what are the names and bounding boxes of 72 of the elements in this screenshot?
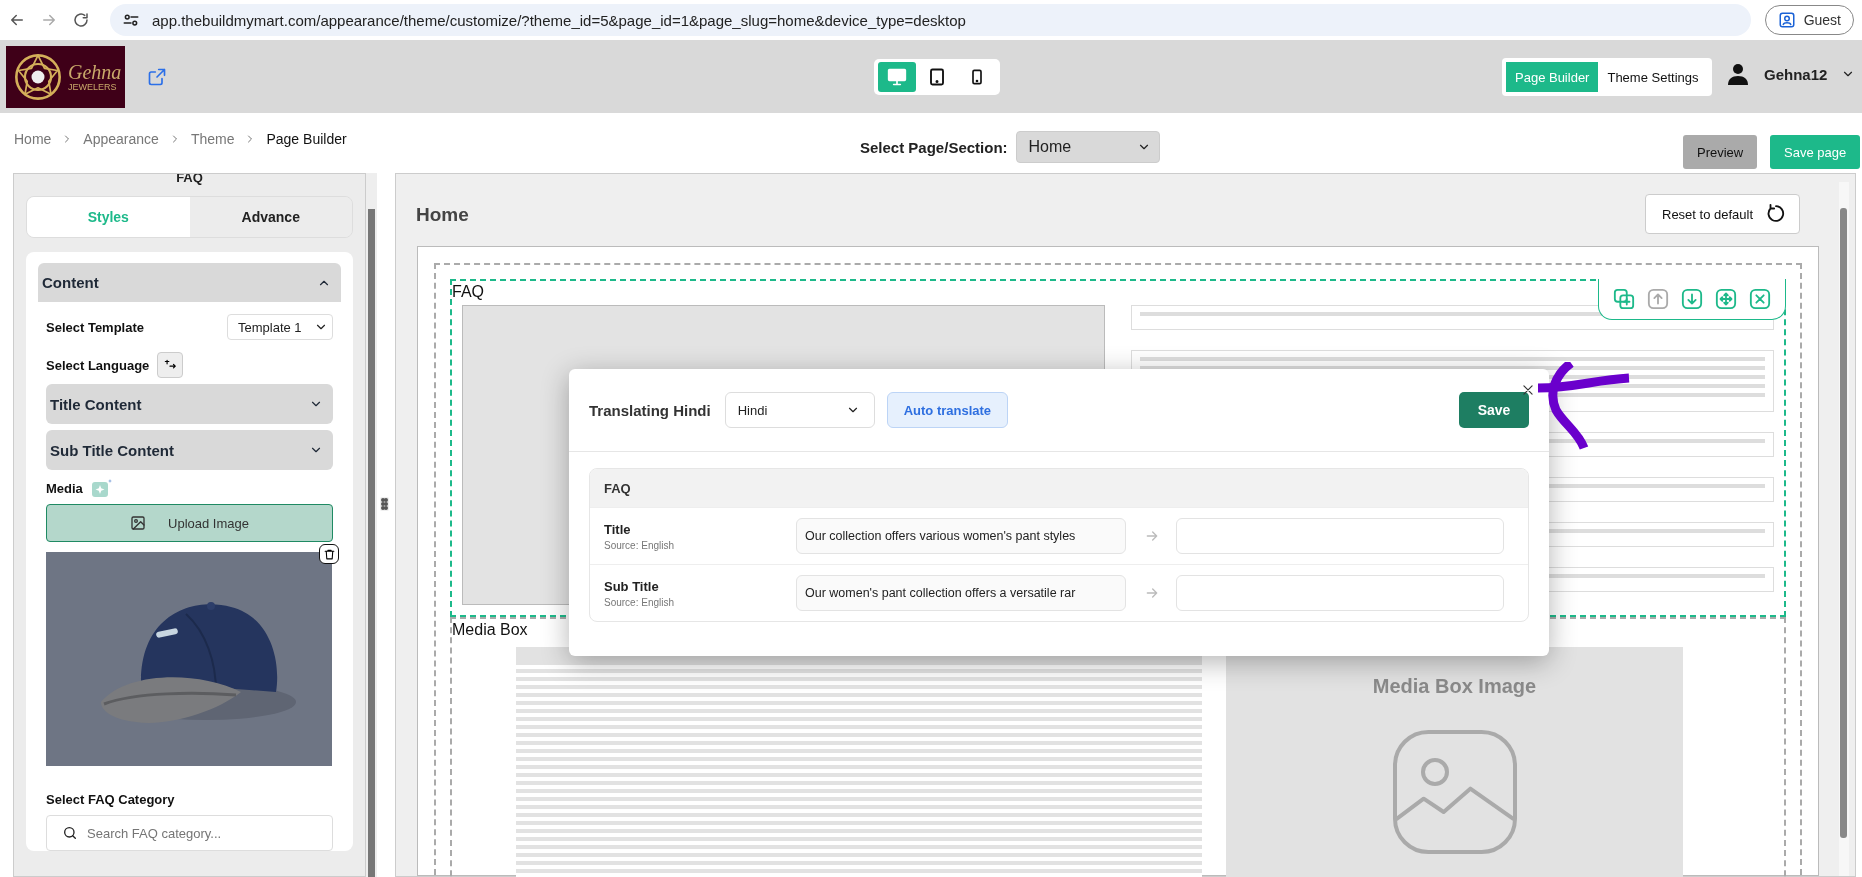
user-name[interactable]: Gehna12 <box>1764 65 1828 83</box>
resize-handle[interactable] <box>380 497 389 511</box>
move-down-icon <box>1681 288 1703 310</box>
drag-move-button[interactable] <box>1713 286 1739 312</box>
profile-icon <box>1777 11 1796 29</box>
image-icon <box>130 515 146 531</box>
translation-field[interactable] <box>1176 575 1504 611</box>
section-label: FAQ <box>452 283 484 300</box>
section-label: Media Box <box>452 621 528 638</box>
page-select[interactable]: Home <box>1015 131 1160 163</box>
arrow-right-icon <box>1144 528 1160 544</box>
drag-move-icon <box>1715 288 1737 310</box>
field-label: Media <box>46 480 83 496</box>
template-select[interactable]: Template 1 <box>227 314 333 340</box>
breadcrumb-link[interactable]: Appearance <box>83 131 159 147</box>
scrollbar[interactable] <box>1840 208 1847 838</box>
brand-name: Gehna <box>68 61 122 82</box>
close-button[interactable] <box>1521 383 1535 397</box>
move-up-icon <box>1647 288 1669 310</box>
breadcrumb-link[interactable]: Home <box>14 131 52 147</box>
upload-image-button[interactable]: Upload Image <box>46 504 333 542</box>
grip-icon <box>380 497 389 511</box>
field-label: Select Language <box>46 357 150 373</box>
duplicate-icon <box>1613 288 1635 310</box>
accordion-header[interactable]: Title Content <box>46 384 333 424</box>
reload-icon <box>72 11 90 29</box>
page-section[interactable]: Media Box Media Box Image <box>450 617 1786 877</box>
site-settings-icon <box>122 11 140 29</box>
source-language: Source: English <box>604 539 676 551</box>
address-bar[interactable]: app.thebuildmymart.com/appearance/theme/customize/?theme_id=5&page_id=1&page_slug=home&device_type=desktop <box>110 4 1751 36</box>
external-link-icon <box>147 66 167 87</box>
field-label: Select Template <box>46 319 145 335</box>
page-select-label: Select Page/Section: <box>860 138 1008 156</box>
profile-button[interactable]: Guest <box>1764 5 1854 35</box>
field-name: Sub Title <box>604 578 660 594</box>
field-label: Select FAQ Category <box>46 792 176 807</box>
auto-translate-button[interactable]: Auto translate <box>886 392 1009 428</box>
page-title: Home <box>416 204 469 226</box>
breadcrumb-link[interactable]: Theme <box>190 131 235 147</box>
close-icon <box>1521 383 1535 397</box>
arrow-right-icon <box>1144 585 1160 601</box>
translation-field[interactable] <box>1176 518 1504 554</box>
delete-button[interactable] <box>319 544 339 564</box>
accordion-header[interactable]: Sub Title Content <box>46 430 333 470</box>
placeholder-label: Media Box Image <box>1372 675 1537 698</box>
brand-tagline: JEWELERS <box>68 81 118 92</box>
move-up-button[interactable] <box>1645 286 1671 312</box>
source-language: Source: English <box>604 596 676 608</box>
translate-icon <box>163 358 178 372</box>
trash-icon <box>322 547 336 561</box>
search-field[interactable]: Search FAQ category... <box>46 815 333 851</box>
dialog-title: Translating Hindi <box>589 401 711 419</box>
language-select[interactable]: Hindi <box>724 392 875 428</box>
reset-button[interactable]: Reset to default <box>1645 194 1801 234</box>
scrollbar[interactable] <box>368 209 375 877</box>
field-name: Title <box>604 521 632 537</box>
user-icon <box>1726 62 1750 86</box>
breadcrumb-current: Page Builder <box>266 131 347 147</box>
brand-logo[interactable]: Gehna JEWELERS <box>6 45 125 108</box>
duplicate-button[interactable] <box>1611 286 1637 312</box>
ai-image-icon[interactable] <box>90 478 113 498</box>
monitor-icon <box>887 67 907 87</box>
tablet-icon <box>928 67 946 87</box>
group-title: FAQ <box>590 469 1528 507</box>
accordion-header[interactable]: Content <box>38 263 341 302</box>
phone-icon <box>969 67 985 87</box>
mode-tab[interactable]: Theme Settings <box>1598 62 1708 92</box>
preview-button[interactable]: Preview <box>1683 135 1758 169</box>
move-down-button[interactable] <box>1679 286 1705 312</box>
translate-button[interactable] <box>157 352 184 378</box>
save-button[interactable]: Save <box>1459 392 1529 428</box>
close-icon <box>1749 288 1771 310</box>
